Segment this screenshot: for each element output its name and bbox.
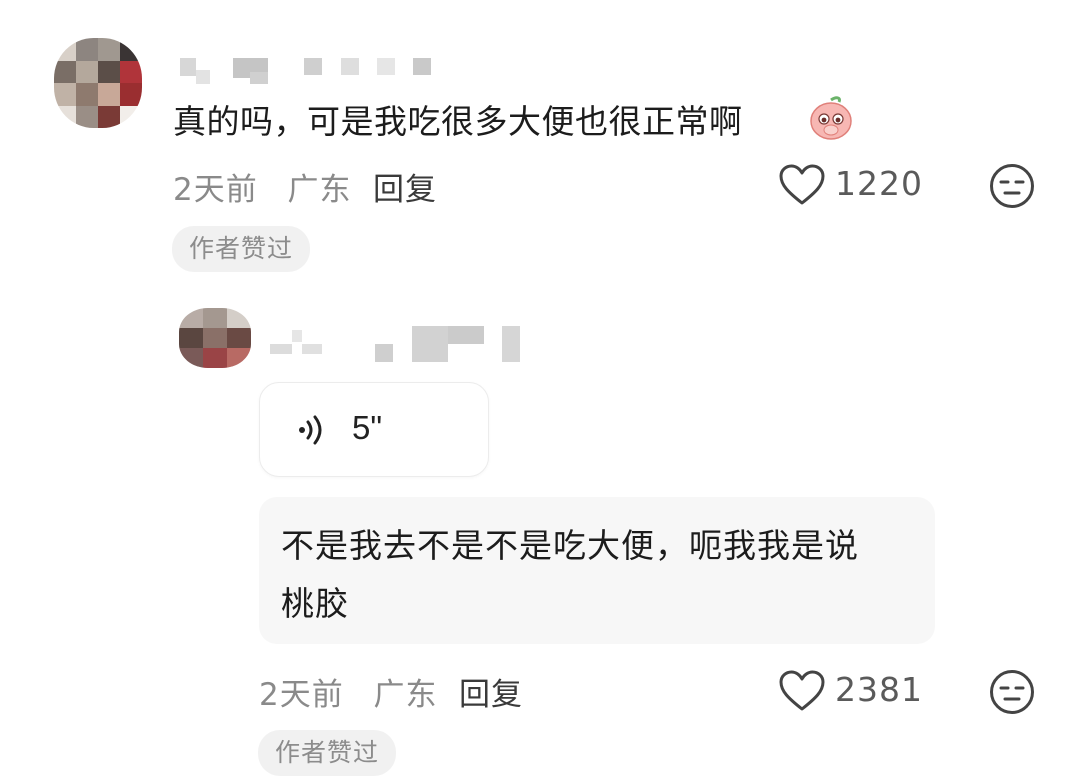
neutral-face-icon	[990, 670, 1034, 714]
reply-text-bubble: 不是我去不是不是吃大便，呃我我是说 桃胶	[259, 497, 935, 644]
peach-crying-emoji-icon	[807, 94, 855, 142]
voice-wave-icon	[299, 415, 322, 445]
dislike-button[interactable]	[988, 668, 1036, 716]
avatar[interactable]	[54, 38, 142, 128]
comment-time: 2天前	[173, 172, 258, 208]
comment-meta: 2天前 广东	[173, 164, 351, 209]
heart-icon	[779, 670, 825, 711]
reply-text-line: 不是我去不是不是吃大便，呃我我是说	[281, 526, 859, 565]
author-liked-badge: 作者赞过	[172, 226, 311, 272]
comment-time: 2天前	[259, 677, 344, 713]
dislike-button[interactable]	[988, 162, 1036, 210]
reply-button[interactable]: 回复	[459, 669, 523, 714]
voice-message[interactable]: 5"	[259, 382, 489, 477]
comment-location: 广东	[373, 677, 438, 713]
comment-location: 广东	[287, 172, 352, 208]
neutral-face-icon	[990, 164, 1034, 208]
reply-button[interactable]: 回复	[373, 164, 437, 209]
comment-text: 真的吗，可是我吃很多大便也很正常啊	[173, 102, 743, 141]
like-count: 2381	[835, 670, 923, 709]
comment-meta: 2天前 广东	[259, 669, 437, 714]
author-liked-badge: 作者赞过	[258, 730, 397, 776]
like-count: 1220	[835, 164, 923, 203]
reply-text-line: 桃胶	[281, 584, 349, 623]
avatar[interactable]	[179, 308, 251, 368]
heart-icon	[779, 164, 825, 205]
voice-duration: 5"	[352, 409, 383, 446]
